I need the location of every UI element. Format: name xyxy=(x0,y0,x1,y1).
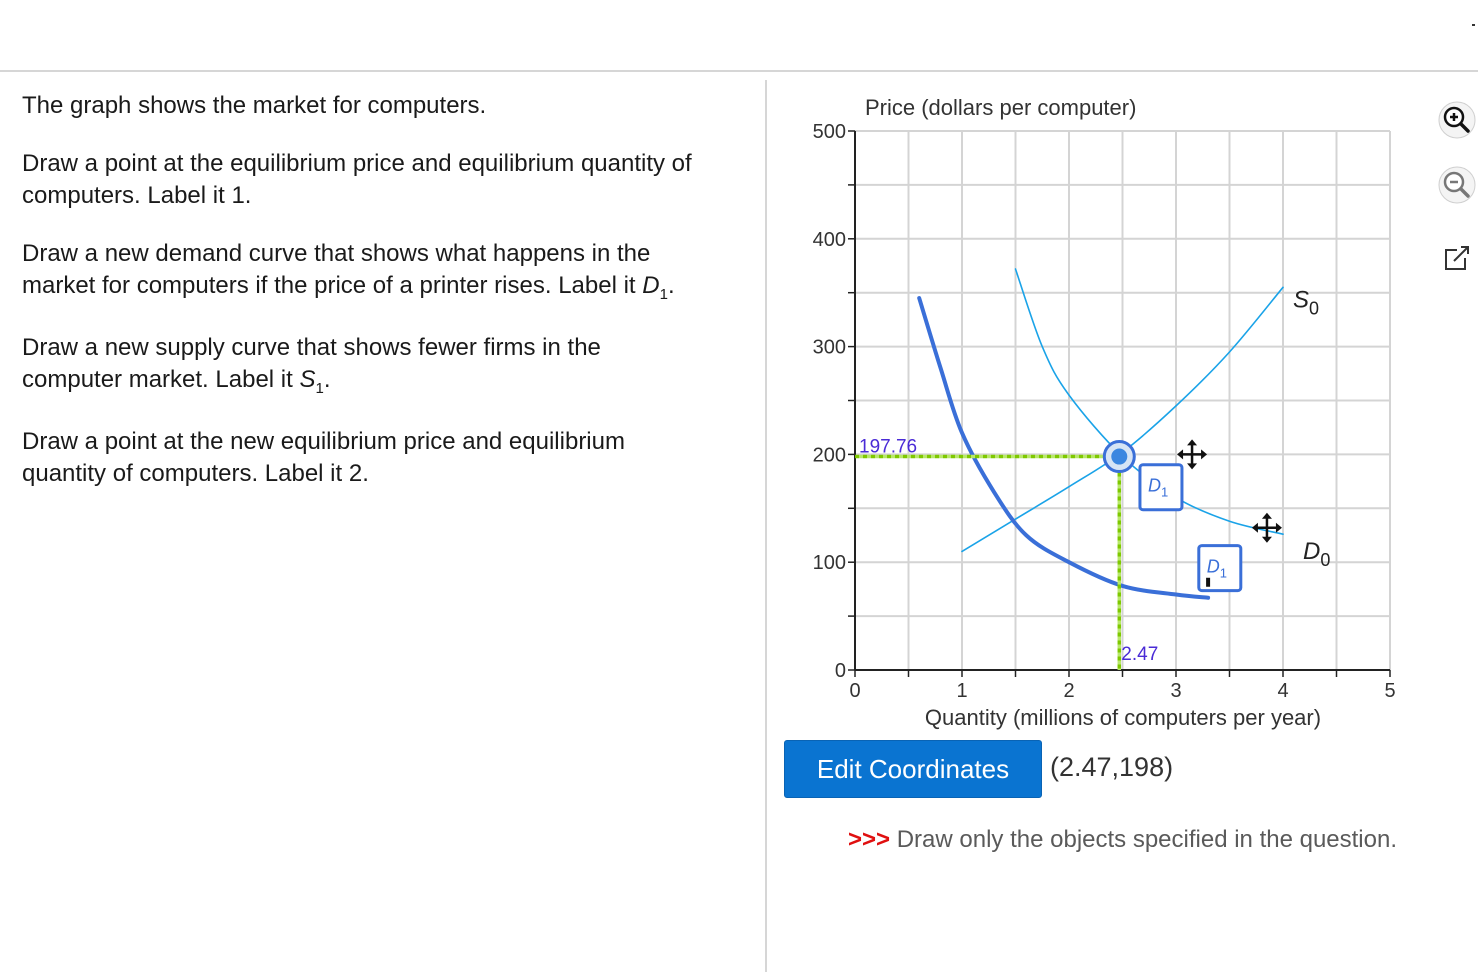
zoom-out-icon xyxy=(1438,166,1476,204)
move-handle-arrow xyxy=(1261,536,1272,543)
guide-label-price: 197.76 xyxy=(859,437,917,458)
corner-mark xyxy=(1472,24,1475,26)
curve-labels[interactable]: S0D0D1D1 xyxy=(1138,286,1330,593)
instruction-note: >>> Draw only the objects specified in t… xyxy=(848,826,1397,854)
x-tick-label: 0 xyxy=(849,680,860,702)
move-handle-arrow xyxy=(1187,463,1198,470)
x-axis-label: Quantity (millions of computers per year… xyxy=(925,705,1321,730)
header-divider xyxy=(0,70,1478,72)
question-intro: The graph shows the market for computers… xyxy=(22,92,487,119)
move-handle-arrow xyxy=(1261,512,1272,519)
y-tick-label: 300 xyxy=(813,337,846,359)
pane-divider xyxy=(765,80,767,972)
anchor-marker xyxy=(1206,577,1211,587)
y-tick-label: 200 xyxy=(813,444,846,466)
x-tick-label: 3 xyxy=(1170,680,1181,702)
y-tick-label: 100 xyxy=(813,552,846,574)
curve-label-s0: S0 xyxy=(1293,286,1319,318)
zoom-in-button[interactable] xyxy=(1437,100,1477,140)
x-tick-label: 2 xyxy=(1063,680,1074,702)
popout-button[interactable] xyxy=(1437,238,1477,278)
y-tick-label: 500 xyxy=(813,121,846,143)
coordinate-readout: (2.47,198) xyxy=(1050,752,1174,782)
question-step-1: Draw a point at the equilibrium price an… xyxy=(22,150,692,209)
question-step-2: Draw a new demand curve that shows what … xyxy=(22,240,675,303)
move-handle-arrow xyxy=(1201,449,1208,460)
zoom-in-icon xyxy=(1438,101,1476,139)
move-handle-arrow xyxy=(1251,522,1258,533)
move-handle-arrow xyxy=(1275,522,1282,533)
y-tick-label: 400 xyxy=(813,229,846,251)
curve-label-d0: D0 xyxy=(1303,538,1330,570)
market-graph[interactable]: 0 1 2 3 4 50100200300400500 197.762.47 S0D0D1… xyxy=(770,85,1410,735)
chart-grid xyxy=(855,130,1391,670)
x-tick-label: 4 xyxy=(1277,680,1288,702)
equilibrium-point[interactable] xyxy=(1111,448,1128,465)
move-handle-arrow xyxy=(1187,439,1198,446)
move-handle-icon[interactable] xyxy=(1251,512,1282,543)
chart-ticks: 0 1 2 3 4 5 0 100 200 300 400 500 xyxy=(813,121,1396,702)
edit-coordinates-button[interactable]: Edit Coordinates xyxy=(784,740,1042,798)
x-tick-label: 5 xyxy=(1384,680,1395,702)
external-link-icon xyxy=(1445,246,1469,270)
question-step-3: Draw a new supply curve that shows fewer… xyxy=(22,334,601,397)
instruction-arrows: >>> xyxy=(848,826,891,853)
y-tick-label: 0 xyxy=(835,660,846,682)
y-axis-label: Price (dollars per computer) xyxy=(865,95,1136,120)
move-handle-arrow xyxy=(1177,449,1184,460)
guide-label-quantity: 2.47 xyxy=(1121,644,1158,665)
equilibrium-point-group[interactable] xyxy=(1102,440,1136,474)
zoom-out-button[interactable] xyxy=(1437,165,1477,205)
question-step-4: Draw a point at the new equilibrium pric… xyxy=(22,428,625,487)
instruction-text: Draw only the objects specified in the q… xyxy=(896,826,1398,853)
x-tick-label: 1 xyxy=(956,680,967,702)
